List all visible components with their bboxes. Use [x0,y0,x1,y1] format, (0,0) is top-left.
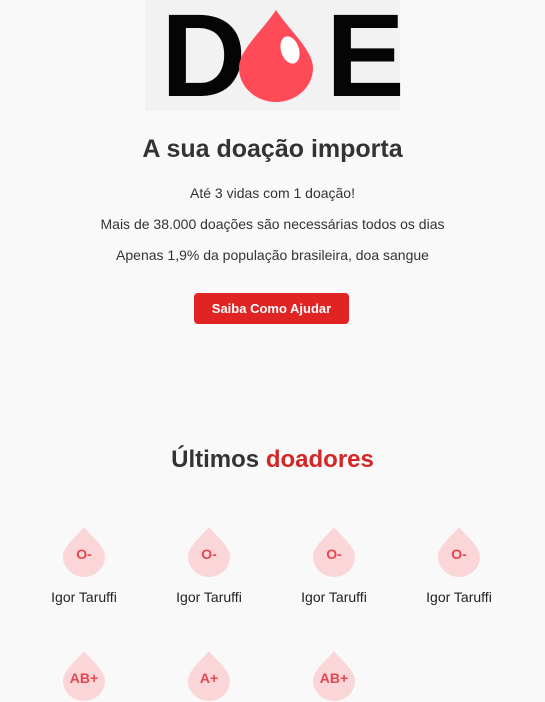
latest-donors-title-accent: doadores [265,446,374,473]
donor-card[interactable]: O- Igor Taruffi [399,526,519,605]
donor-drop: O- [61,526,107,578]
donor-drop: O- [436,526,482,578]
donor-drop: AB+ [61,650,107,702]
donor-card[interactable]: AB+ [274,650,394,702]
blood-type-label: A+ [199,670,219,686]
donor-card[interactable]: O- Igor Taruffi [24,526,144,605]
donor-drop: O- [311,526,357,578]
logo-letter-d: D [161,0,247,122]
hero-title: A sua doação importa [142,135,403,163]
donor-card[interactable]: AB+ [24,650,144,702]
donor-name: Igor Taruffi [301,589,367,605]
logo-letter-e: E [326,0,405,122]
hero-fact-2: Mais de 38.000 doações são necessárias t… [100,216,445,232]
blood-type-label: O- [76,546,92,562]
learn-how-to-help-button[interactable]: Saiba Como Ajudar [194,293,349,324]
donor-drop: A+ [186,650,232,702]
latest-donors-title: Últimos doadores [0,446,545,474]
latest-donors-title-prefix: Últimos [171,446,266,473]
donor-card[interactable]: O- Igor Taruffi [274,526,394,605]
donor-card[interactable]: O- Igor Taruffi [149,526,269,605]
donor-card[interactable]: A+ [149,650,269,702]
donor-name: Igor Taruffi [426,589,492,605]
blood-type-label: O- [201,546,217,562]
blood-type-label: AB+ [69,670,99,686]
blood-type-label: O- [451,546,467,562]
logo: D E [145,0,405,115]
hero-fact-3: Apenas 1,9% da população brasileira, doa… [116,247,429,263]
donor-drop: AB+ [311,650,357,702]
donor-name: Igor Taruffi [51,589,117,605]
blood-drop-icon [239,10,313,102]
hero-fact-1: Até 3 vidas com 1 doação! [190,185,355,201]
blood-type-label: AB+ [319,670,349,686]
donor-drop: O- [186,526,232,578]
donor-name: Igor Taruffi [176,589,242,605]
blood-type-label: O- [326,546,342,562]
